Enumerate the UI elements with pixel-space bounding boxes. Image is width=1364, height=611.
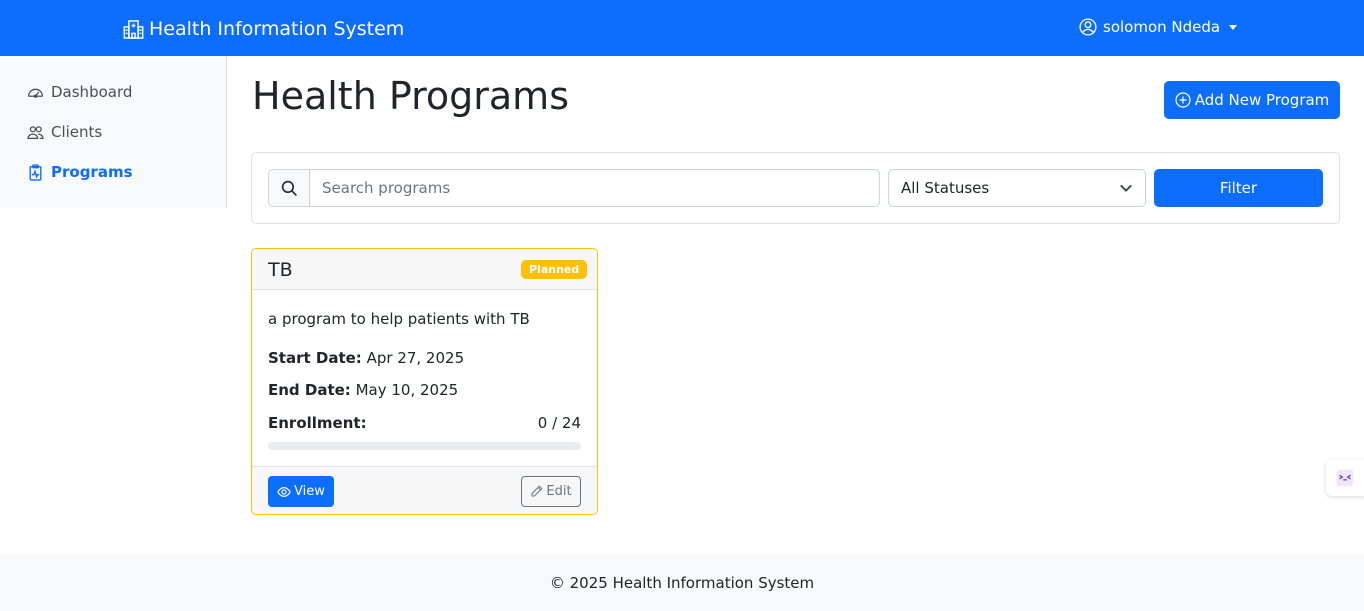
sidebar: Dashboard Clients Programs: [0, 56, 227, 208]
search-input[interactable]: [310, 169, 880, 207]
program-card-footer: View Edit: [252, 466, 597, 514]
brand-link[interactable]: Health Information System: [123, 16, 404, 42]
clipboard-pulse-icon: [29, 163, 42, 181]
page-title: Health Programs: [252, 74, 569, 118]
search-icon: [281, 180, 297, 196]
program-name: TB: [268, 259, 293, 281]
sidebar-item-clients[interactable]: Clients: [27, 123, 102, 141]
view-button[interactable]: View: [268, 476, 334, 507]
speedometer-icon: [27, 88, 44, 98]
start-date-row: Start Date: Apr 27, 2025: [268, 349, 464, 367]
page-footer: © 2025 Health Information System: [0, 555, 1364, 611]
end-date-label: End Date:: [268, 381, 351, 399]
chevron-down-icon: [1229, 24, 1238, 30]
enrollment-count: 0 / 24: [537, 414, 581, 432]
enrollment-label: Enrollment:: [268, 414, 367, 432]
side-widget-button[interactable]: [1326, 460, 1364, 496]
footer-text: © 2025 Health Information System: [549, 574, 815, 592]
code-icon: [1336, 469, 1354, 487]
sidebar-item-label: Dashboard: [51, 83, 133, 101]
status-badge: Planned: [521, 260, 588, 279]
program-card-header: TB Planned: [252, 249, 597, 290]
chevron-down-icon: [1120, 184, 1132, 192]
enrollment-row: Enrollment: 0 / 24: [268, 414, 581, 432]
search-group: [268, 169, 880, 207]
pencil-icon: [531, 485, 543, 497]
hospital-icon: [123, 19, 144, 39]
enrollment-progress-bar: [268, 442, 581, 450]
user-menu-toggle[interactable]: solomon Ndeda: [1079, 18, 1238, 36]
top-navbar: Health Information System solomon Ndeda: [0, 0, 1364, 56]
program-description: a program to help patients with TB: [268, 310, 530, 328]
edit-button-label: Edit: [546, 484, 572, 499]
end-date-row: End Date: May 10, 2025: [268, 381, 458, 399]
filter-card: All Statuses Filter: [251, 152, 1340, 224]
plus-circle-icon: [1175, 92, 1191, 108]
person-circle-icon: [1079, 18, 1097, 36]
status-select-value: All Statuses: [901, 179, 990, 197]
start-date-value: Apr 27, 2025: [366, 349, 465, 367]
sidebar-item-label: Programs: [51, 163, 133, 181]
filter-button[interactable]: Filter: [1154, 169, 1323, 207]
edit-button[interactable]: Edit: [521, 476, 581, 507]
user-name: solomon Ndeda: [1103, 18, 1221, 36]
add-new-program-button[interactable]: Add New Program: [1164, 81, 1340, 119]
end-date-value: May 10, 2025: [355, 381, 459, 399]
search-addon: [268, 169, 310, 207]
add-new-program-label: Add New Program: [1194, 91, 1330, 109]
sidebar-item-label: Clients: [51, 123, 103, 141]
eye-icon: [277, 486, 291, 497]
people-icon: [27, 125, 44, 139]
status-select[interactable]: All Statuses: [888, 169, 1146, 207]
program-card: TB Planned a program to help patients wi…: [251, 248, 598, 515]
brand-title: Health Information System: [149, 18, 405, 40]
sidebar-item-programs[interactable]: Programs: [27, 163, 133, 181]
sidebar-item-dashboard[interactable]: Dashboard: [27, 83, 132, 101]
start-date-label: Start Date:: [268, 349, 362, 367]
view-button-label: View: [294, 484, 325, 499]
